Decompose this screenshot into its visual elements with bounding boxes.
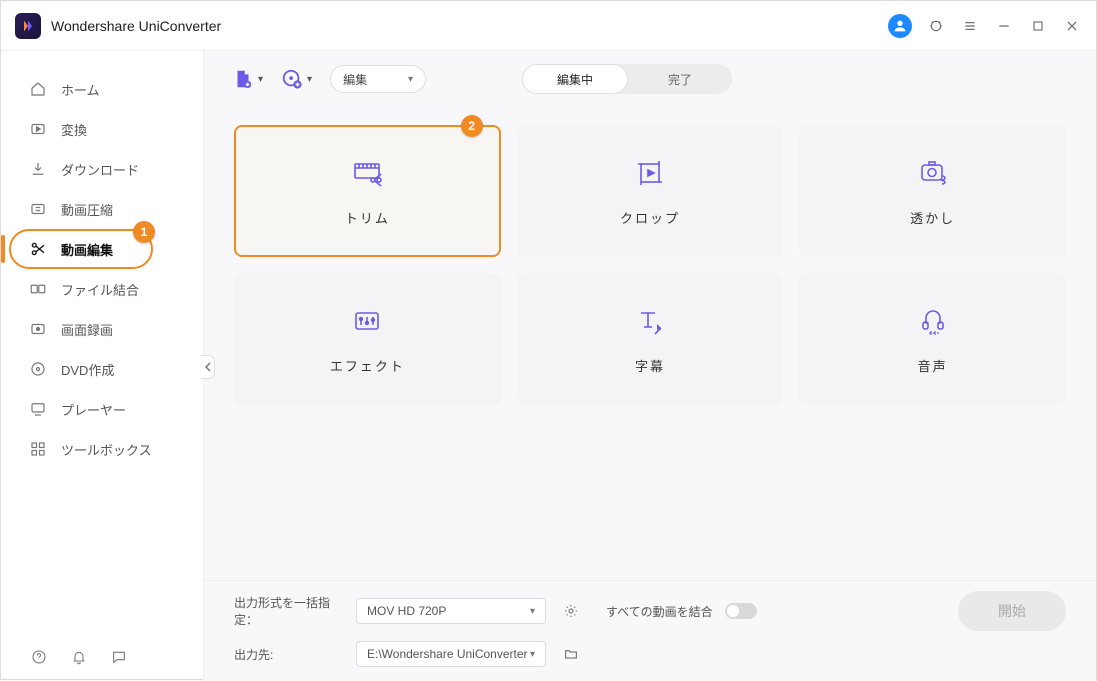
sidebar-item-home[interactable]: ホーム	[1, 69, 203, 109]
sidebar-item-download[interactable]: ダウンロード	[1, 149, 203, 189]
card-subtitle[interactable]: 字幕	[517, 273, 784, 405]
card-label: クロップ	[620, 208, 680, 227]
annotation-badge-2: 2	[461, 115, 483, 137]
sidebar-collapse-handle[interactable]	[201, 355, 215, 379]
home-icon	[29, 80, 47, 98]
sidebar-item-label: ツールボックス	[61, 440, 152, 459]
sidebar-item-dvd[interactable]: DVD作成	[1, 349, 203, 389]
trim-icon	[350, 156, 384, 190]
merge-all-toggle[interactable]	[725, 603, 757, 619]
sidebar-item-label: DVD作成	[61, 360, 114, 379]
add-file-icon	[232, 68, 254, 90]
close-button[interactable]	[1062, 16, 1082, 36]
chevron-down-icon: ▾	[307, 74, 312, 85]
sidebar-item-compress[interactable]: 動画圧縮	[1, 189, 203, 229]
card-trim[interactable]: 2 トリム	[234, 125, 501, 257]
sidebar-item-toolbox[interactable]: ツールボックス	[1, 429, 203, 469]
help-icon[interactable]	[29, 647, 49, 667]
output-format-label: 出力形式を一括指定：	[234, 594, 344, 628]
chevron-down-icon: ▾	[530, 649, 535, 660]
bottom-bar: 出力形式を一括指定： MOV HD 720P ▾ すべての動画を結合 開始 出力…	[204, 580, 1096, 681]
card-watermark[interactable]: 透かし	[799, 125, 1066, 257]
add-disc-button[interactable]: ▾	[281, 68, 312, 90]
app-logo	[15, 13, 41, 39]
disc-icon	[29, 360, 47, 378]
audio-icon	[916, 304, 950, 338]
player-icon	[29, 400, 47, 418]
merge-icon	[29, 280, 47, 298]
card-effect[interactable]: エフェクト	[234, 273, 501, 405]
sidebar-item-label: 変換	[61, 120, 87, 139]
sidebar-item-label: 画面録画	[61, 320, 113, 339]
maximize-button[interactable]	[1028, 16, 1048, 36]
toolbox-icon	[29, 440, 47, 458]
sidebar-item-label: プレーヤー	[61, 400, 126, 419]
download-icon	[29, 160, 47, 178]
sidebar-item-label: 動画編集	[61, 240, 113, 259]
chevron-down-icon: ▾	[258, 74, 263, 85]
compress-icon	[29, 200, 47, 218]
sidebar-item-label: ホーム	[61, 80, 100, 99]
crop-icon	[633, 156, 667, 190]
card-label: 音声	[918, 356, 948, 375]
annotation-badge-1: 1	[133, 221, 155, 243]
sidebar-item-label: ダウンロード	[61, 160, 139, 179]
open-folder-button[interactable]	[558, 641, 584, 667]
toolbar: ▾ ▾ 編集 ▾ 編集中 完了	[204, 51, 1096, 107]
titlebar: Wondershare UniConverter	[1, 1, 1096, 51]
start-button[interactable]: 開始	[958, 591, 1066, 631]
output-dest-select[interactable]: E:\Wondershare UniConverter ▾	[356, 641, 546, 667]
feedback-icon[interactable]	[109, 647, 129, 667]
sidebar-item-player[interactable]: プレーヤー	[1, 389, 203, 429]
status-segmented: 編集中 完了	[522, 64, 732, 94]
account-avatar[interactable]	[888, 14, 912, 38]
app-title: Wondershare UniConverter	[51, 18, 221, 34]
watermark-icon	[916, 156, 950, 190]
record-icon	[29, 320, 47, 338]
support-icon[interactable]	[926, 16, 946, 36]
chevron-down-icon: ▾	[530, 606, 535, 617]
edit-type-value: 編集	[343, 71, 367, 88]
scissors-icon	[29, 240, 47, 258]
edit-tools-grid: 2 トリム クロップ 透かし エフェクト 字幕 音声	[204, 107, 1096, 580]
convert-icon	[29, 120, 47, 138]
card-label: エフェクト	[330, 356, 405, 375]
minimize-button[interactable]	[994, 16, 1014, 36]
chevron-down-icon: ▾	[408, 74, 413, 85]
format-settings-button[interactable]	[558, 598, 584, 624]
output-dest-value: E:\Wondershare UniConverter	[367, 647, 528, 661]
output-format-select[interactable]: MOV HD 720P ▾	[356, 598, 546, 624]
card-audio[interactable]: 音声	[799, 273, 1066, 405]
merge-all-label: すべての動画を結合	[606, 603, 713, 620]
card-crop[interactable]: クロップ	[517, 125, 784, 257]
menu-icon[interactable]	[960, 16, 980, 36]
add-disc-icon	[281, 68, 303, 90]
sidebar-item-edit[interactable]: 動画編集 1	[1, 229, 203, 269]
output-format-value: MOV HD 720P	[367, 604, 446, 618]
add-file-button[interactable]: ▾	[232, 68, 263, 90]
output-dest-label: 出力先:	[234, 646, 344, 663]
tab-done[interactable]: 完了	[628, 64, 732, 94]
tab-editing[interactable]: 編集中	[522, 64, 628, 94]
sidebar-item-label: ファイル結合	[61, 280, 139, 299]
content-area: ▾ ▾ 編集 ▾ 編集中 完了 2 トリム	[203, 51, 1096, 681]
card-label: 字幕	[635, 356, 665, 375]
effect-icon	[350, 304, 384, 338]
sidebar-item-merge[interactable]: ファイル結合	[1, 269, 203, 309]
sidebar-item-record[interactable]: 画面録画	[1, 309, 203, 349]
sidebar-item-label: 動画圧縮	[61, 200, 113, 219]
sidebar-item-convert[interactable]: 変換	[1, 109, 203, 149]
card-label: 透かし	[910, 208, 955, 227]
bell-icon[interactable]	[69, 647, 89, 667]
sidebar: ホーム 変換 ダウンロード 動画圧縮 動画編集 1 ファイル結合 画面録画	[1, 51, 203, 681]
subtitle-icon	[633, 304, 667, 338]
card-label: トリム	[345, 208, 390, 227]
edit-type-select[interactable]: 編集 ▾	[330, 65, 426, 93]
